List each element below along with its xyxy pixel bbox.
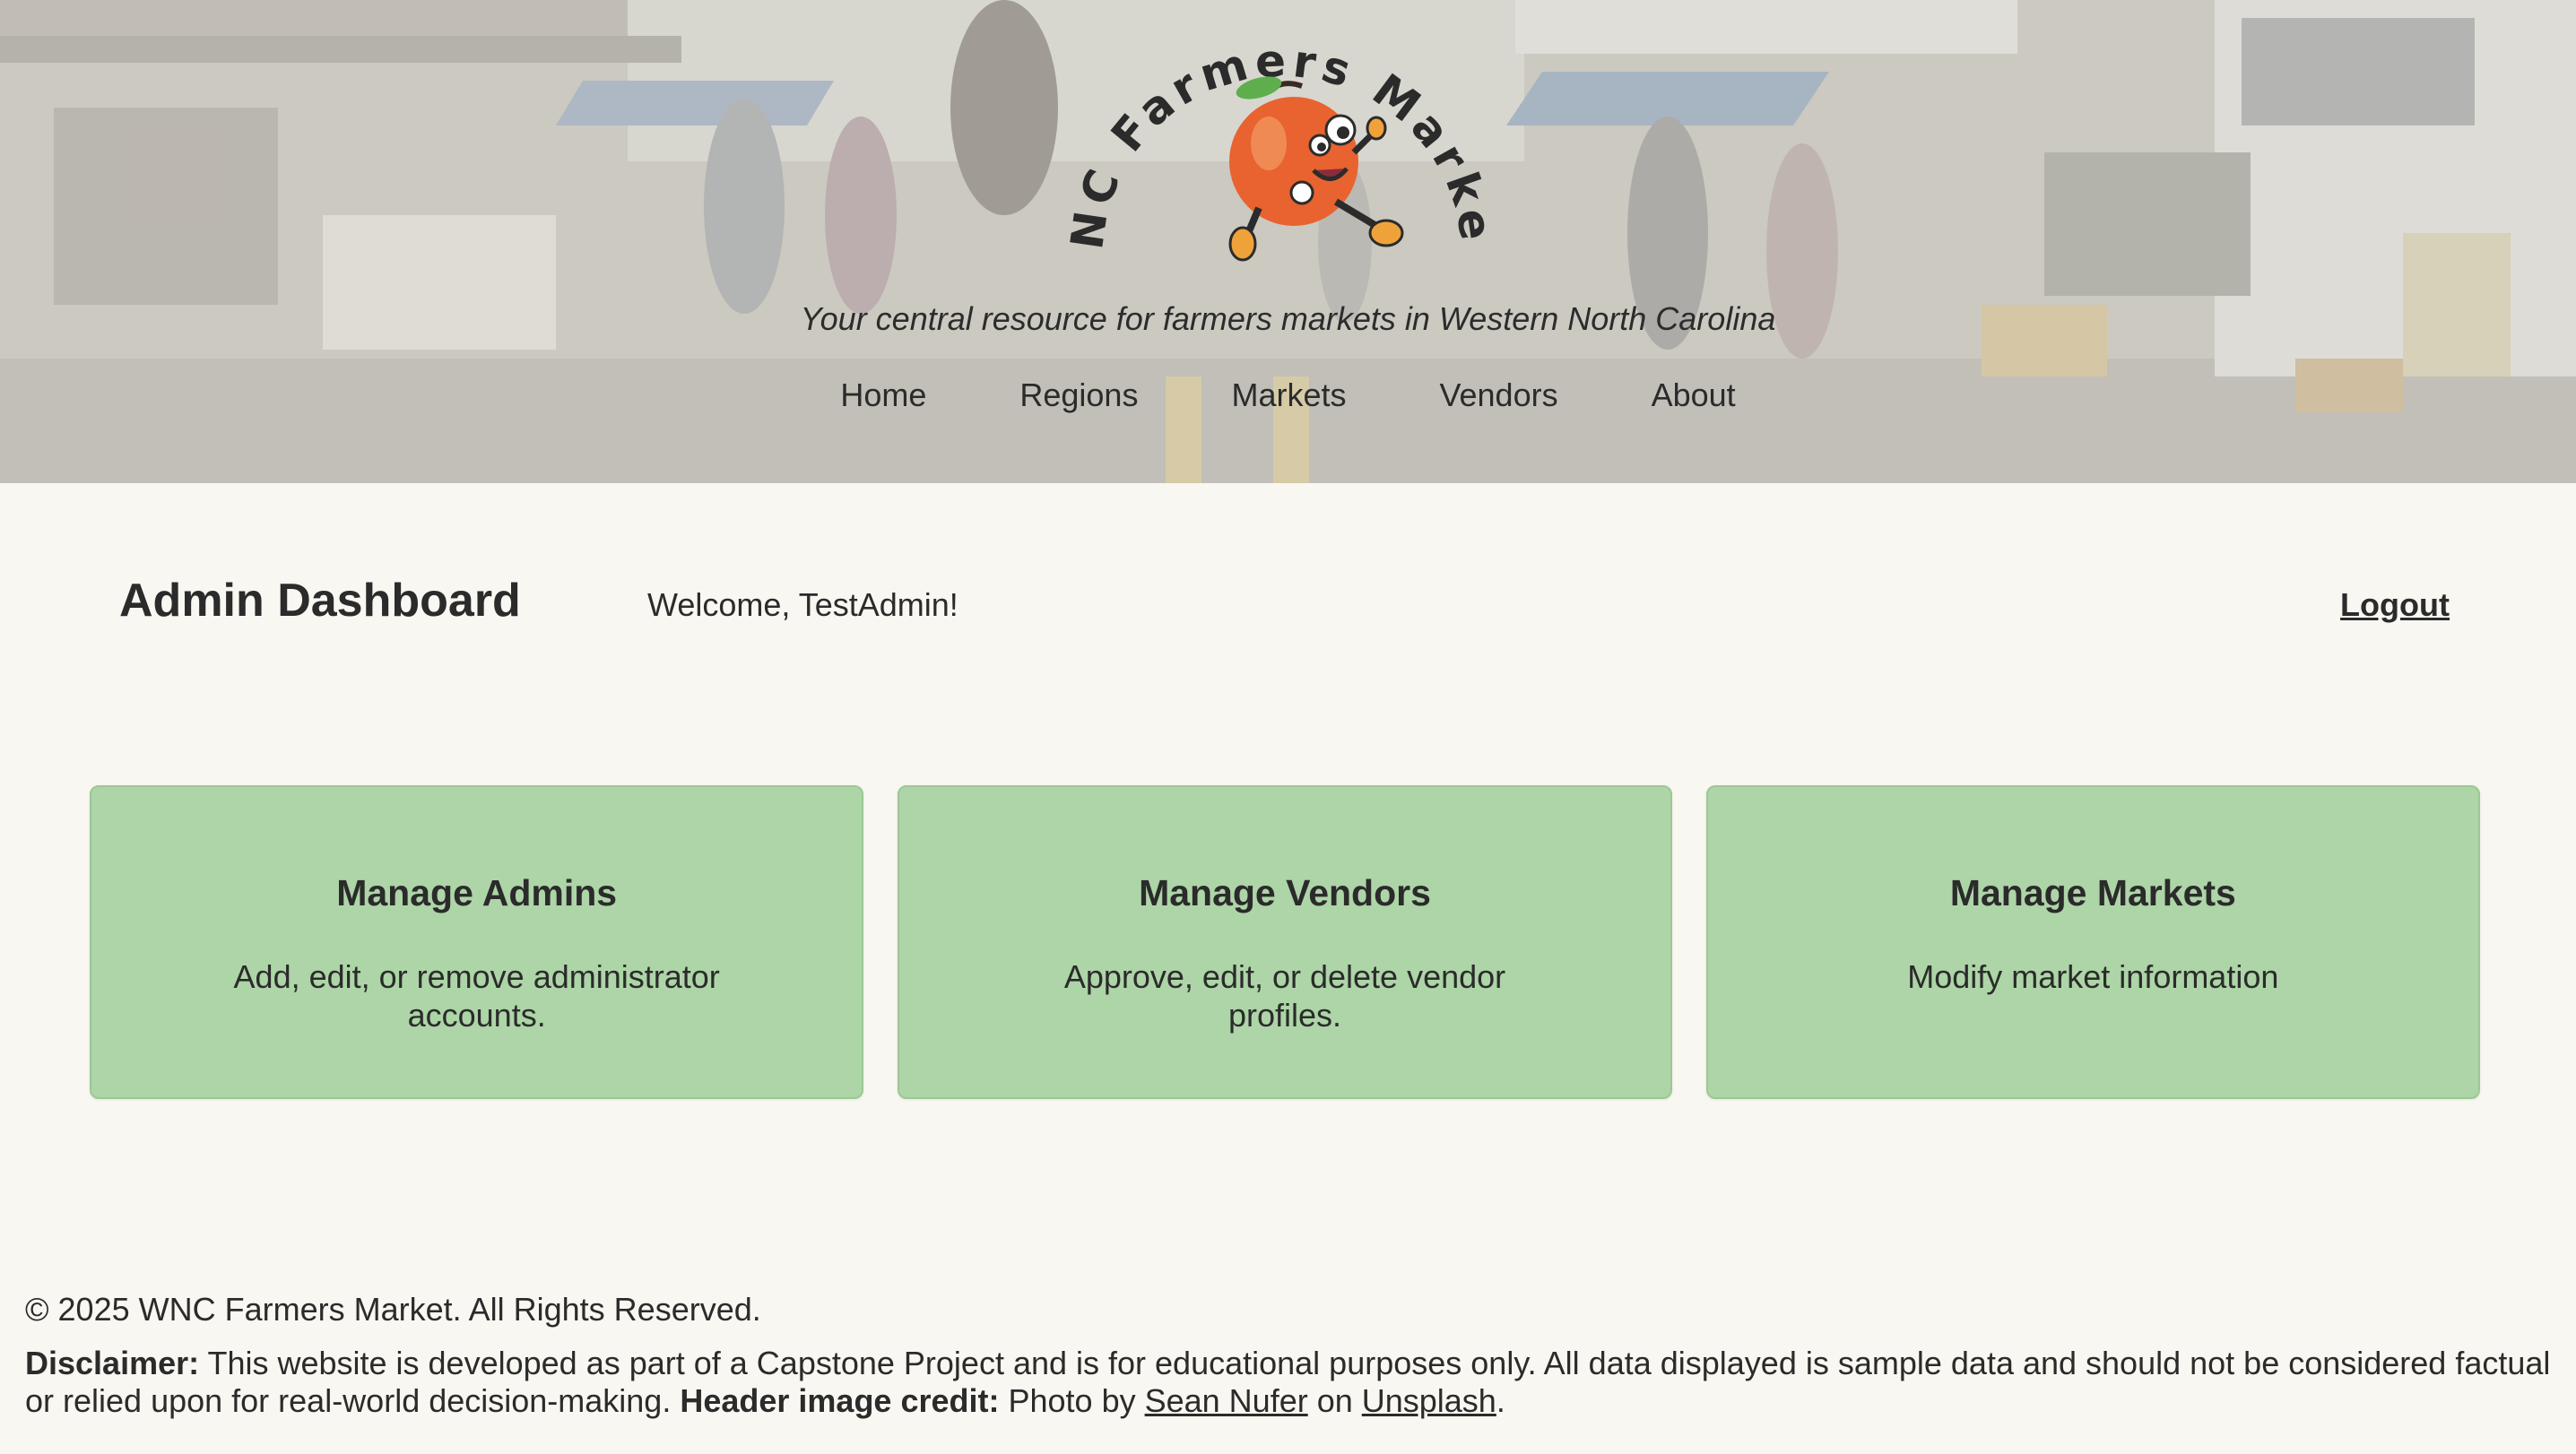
site-header: WNC Farmers Markets Your central resourc…	[0, 0, 2576, 483]
unsplash-link[interactable]: Unsplash	[1362, 1382, 1496, 1419]
manage-vendors-card[interactable]: Manage Vendors Approve, edit, or delete …	[898, 785, 1672, 1099]
copyright-text: © 2025 WNC Farmers Market. All Rights Re…	[25, 1291, 761, 1328]
card-title: Manage Markets	[1949, 872, 2236, 913]
nav-home[interactable]: Home	[794, 376, 973, 414]
logout-link[interactable]: Logout	[2340, 586, 2450, 624]
card-title: Manage Admins	[336, 872, 618, 913]
page-title: Admin Dashboard	[119, 575, 521, 627]
nav-about[interactable]: About	[1605, 376, 1782, 414]
manage-markets-card[interactable]: Manage Markets Modify market information	[1705, 785, 2480, 1099]
card-title: Manage Vendors	[1139, 872, 1431, 913]
disclaimer: Disclaimer: This website is developed as…	[25, 1345, 2554, 1420]
site-logo[interactable]: WNC Farmers Markets	[1067, 9, 1497, 278]
card-description: Modify market information	[1907, 958, 2279, 995]
nav-markets[interactable]: Markets	[1184, 376, 1392, 414]
admin-cards: Manage Admins Add, edit, or remove admin…	[90, 785, 2480, 1099]
credit-end: .	[1496, 1382, 1505, 1419]
credit-mid: on	[1307, 1382, 1362, 1419]
site-tagline: Your central resource for farmers market…	[800, 300, 1776, 337]
main-nav: Home Regions Markets Vendors About	[0, 376, 2576, 414]
welcome-message: Welcome, TestAdmin!	[647, 586, 958, 623]
card-description: Add, edit, or remove administrator accou…	[233, 958, 720, 1034]
manage-admins-card[interactable]: Manage Admins Add, edit, or remove admin…	[90, 785, 864, 1099]
credit-prefix: Photo by	[999, 1382, 1145, 1419]
card-description: Approve, edit, or delete vendor profiles…	[1063, 958, 1506, 1034]
disclaimer-label: Disclaimer:	[25, 1345, 200, 1381]
photographer-link[interactable]: Sean Nufer	[1145, 1382, 1308, 1419]
nav-vendors[interactable]: Vendors	[1392, 376, 1604, 414]
nav-regions[interactable]: Regions	[973, 376, 1184, 414]
credit-label: Header image credit:	[680, 1382, 1000, 1419]
